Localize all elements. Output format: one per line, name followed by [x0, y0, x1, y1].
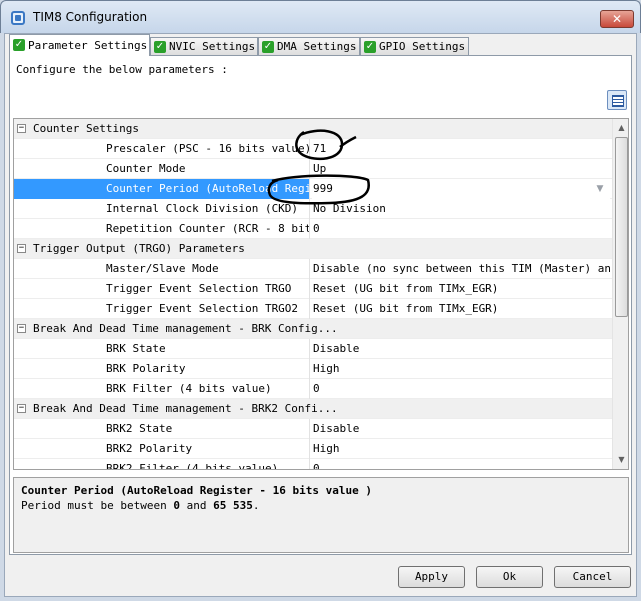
- category-brk[interactable]: − Break And Dead Time management - BRK C…: [14, 319, 612, 339]
- property-name: BRK2 Polarity: [106, 442, 193, 455]
- checkmark-icon: ✓: [154, 41, 166, 53]
- property-value[interactable]: Up: [312, 159, 610, 179]
- property-row-counter-mode[interactable]: Counter Mode Up: [14, 159, 612, 179]
- description-title: Counter Period (AutoReload Register - 16…: [21, 484, 372, 497]
- window-title: TIM8 Configuration: [33, 10, 148, 24]
- tab-label: GPIO Settings: [379, 40, 466, 53]
- property-name: BRK2 State: [106, 422, 173, 435]
- property-value[interactable]: Disable: [312, 339, 610, 359]
- property-name: Counter Mode: [106, 162, 186, 175]
- property-name: Prescaler (PSC - 16 bits value): [106, 142, 309, 155]
- tab-label: Parameter Settings: [28, 39, 148, 52]
- cancel-button[interactable]: Cancel: [554, 566, 631, 588]
- property-pages-icon[interactable]: [607, 90, 627, 110]
- property-name: Master/Slave Mode: [106, 262, 219, 275]
- category-label: Counter Settings: [33, 122, 139, 135]
- property-value[interactable]: High: [312, 359, 610, 379]
- property-row-master-slave-mode[interactable]: Master/Slave Mode Disable (no sync betwe…: [14, 259, 612, 279]
- collapse-icon[interactable]: −: [17, 244, 26, 253]
- description-text: Period must be between 0 and 65 535.: [21, 499, 260, 512]
- checkmark-icon: ✓: [262, 41, 274, 53]
- property-value[interactable]: 0: [312, 459, 610, 469]
- property-name: BRK State: [106, 342, 166, 355]
- collapse-icon[interactable]: −: [17, 124, 26, 133]
- category-counter-settings[interactable]: − Counter Settings: [14, 119, 612, 139]
- app-icon: [11, 11, 25, 25]
- category-trigger-output[interactable]: − Trigger Output (TRGO) Parameters: [14, 239, 612, 259]
- category-label: Break And Dead Time management - BRK2 Co…: [33, 402, 338, 415]
- property-value[interactable]: 71: [312, 139, 610, 159]
- property-row-clock-division[interactable]: Internal Clock Division (CKD) No Divisio…: [14, 199, 612, 219]
- checkmark-icon: ✓: [13, 39, 25, 51]
- property-value[interactable]: Disable (no sync between this TIM (Maste…: [312, 259, 610, 279]
- property-grid: − Counter Settings Prescaler (PSC - 16 b…: [13, 118, 629, 470]
- scroll-up-icon[interactable]: ▲: [614, 120, 628, 136]
- category-label: Trigger Output (TRGO) Parameters: [33, 242, 245, 255]
- property-row-prescaler[interactable]: Prescaler (PSC - 16 bits value) 71: [14, 139, 612, 159]
- ok-button[interactable]: Ok: [476, 566, 543, 588]
- description-panel: Counter Period (AutoReload Register - 16…: [13, 477, 629, 553]
- category-brk2[interactable]: − Break And Dead Time management - BRK2 …: [14, 399, 612, 419]
- scroll-down-icon[interactable]: ▼: [614, 452, 628, 468]
- property-row-brk2-filter[interactable]: BRK2 Filter (4 bits value) 0: [14, 459, 612, 470]
- dialog-client: ✓ Parameter Settings ✓ NVIC Settings ✓ D…: [4, 33, 637, 597]
- property-row-trgo[interactable]: Trigger Event Selection TRGO Reset (UG b…: [14, 279, 612, 299]
- property-value[interactable]: No Division: [312, 199, 610, 219]
- dropdown-arrow-icon[interactable]: ▼: [592, 181, 608, 197]
- grid-scrollbar[interactable]: ▲ ▼: [612, 119, 628, 469]
- tab-parameter-settings[interactable]: ✓ Parameter Settings: [9, 34, 150, 56]
- property-row-brk2-state[interactable]: BRK2 State Disable: [14, 419, 612, 439]
- parameter-settings-pane: Configure the below parameters : − Count…: [9, 55, 632, 555]
- property-name: BRK Filter (4 bits value): [106, 382, 272, 395]
- category-label: Break And Dead Time management - BRK Con…: [33, 322, 338, 335]
- property-value[interactable]: Reset (UG bit from TIMx_EGR): [312, 299, 610, 319]
- scroll-thumb[interactable]: [615, 137, 628, 317]
- property-row-brk2-polarity[interactable]: BRK2 Polarity High: [14, 439, 612, 459]
- tab-nvic-settings[interactable]: ✓ NVIC Settings: [150, 37, 258, 56]
- property-row-brk-state[interactable]: BRK State Disable: [14, 339, 612, 359]
- property-name: Trigger Event Selection TRGO2: [106, 302, 299, 315]
- close-button[interactable]: ✕: [600, 10, 634, 28]
- configure-label: Configure the below parameters :: [16, 63, 228, 76]
- property-value[interactable]: High: [312, 439, 610, 459]
- property-value[interactable]: 999: [312, 179, 610, 199]
- property-value[interactable]: Reset (UG bit from TIMx_EGR): [312, 279, 610, 299]
- property-name: Internal Clock Division (CKD): [106, 202, 299, 215]
- property-name: Counter Period (AutoReload Regi...: [14, 179, 309, 199]
- property-name: Repetition Counter (RCR - 8 bit...: [106, 222, 309, 235]
- tab-dma-settings[interactable]: ✓ DMA Settings: [258, 37, 360, 56]
- apply-button[interactable]: Apply: [398, 566, 465, 588]
- property-row-brk-polarity[interactable]: BRK Polarity High: [14, 359, 612, 379]
- window-titlebar: TIM8 Configuration ✕: [0, 0, 641, 33]
- property-row-trgo2[interactable]: Trigger Event Selection TRGO2 Reset (UG …: [14, 299, 612, 319]
- property-value[interactable]: 0: [312, 219, 610, 239]
- property-value[interactable]: Disable: [312, 419, 610, 439]
- property-row-brk-filter[interactable]: BRK Filter (4 bits value) 0: [14, 379, 612, 399]
- tab-label: NVIC Settings: [169, 40, 256, 53]
- tab-gpio-settings[interactable]: ✓ GPIO Settings: [360, 37, 469, 56]
- property-row-counter-period[interactable]: Counter Period (AutoReload Regi... 999 ▼: [14, 179, 612, 199]
- property-name: BRK Polarity: [106, 362, 186, 375]
- property-name: BRK2 Filter (4 bits value): [106, 462, 279, 470]
- checkmark-icon: ✓: [364, 41, 376, 53]
- property-row-repetition-counter[interactable]: Repetition Counter (RCR - 8 bit... 0: [14, 219, 612, 239]
- collapse-icon[interactable]: −: [17, 404, 26, 413]
- property-name: Trigger Event Selection TRGO: [106, 282, 292, 295]
- tab-label: DMA Settings: [277, 40, 357, 53]
- property-value[interactable]: 0: [312, 379, 610, 399]
- collapse-icon[interactable]: −: [17, 324, 26, 333]
